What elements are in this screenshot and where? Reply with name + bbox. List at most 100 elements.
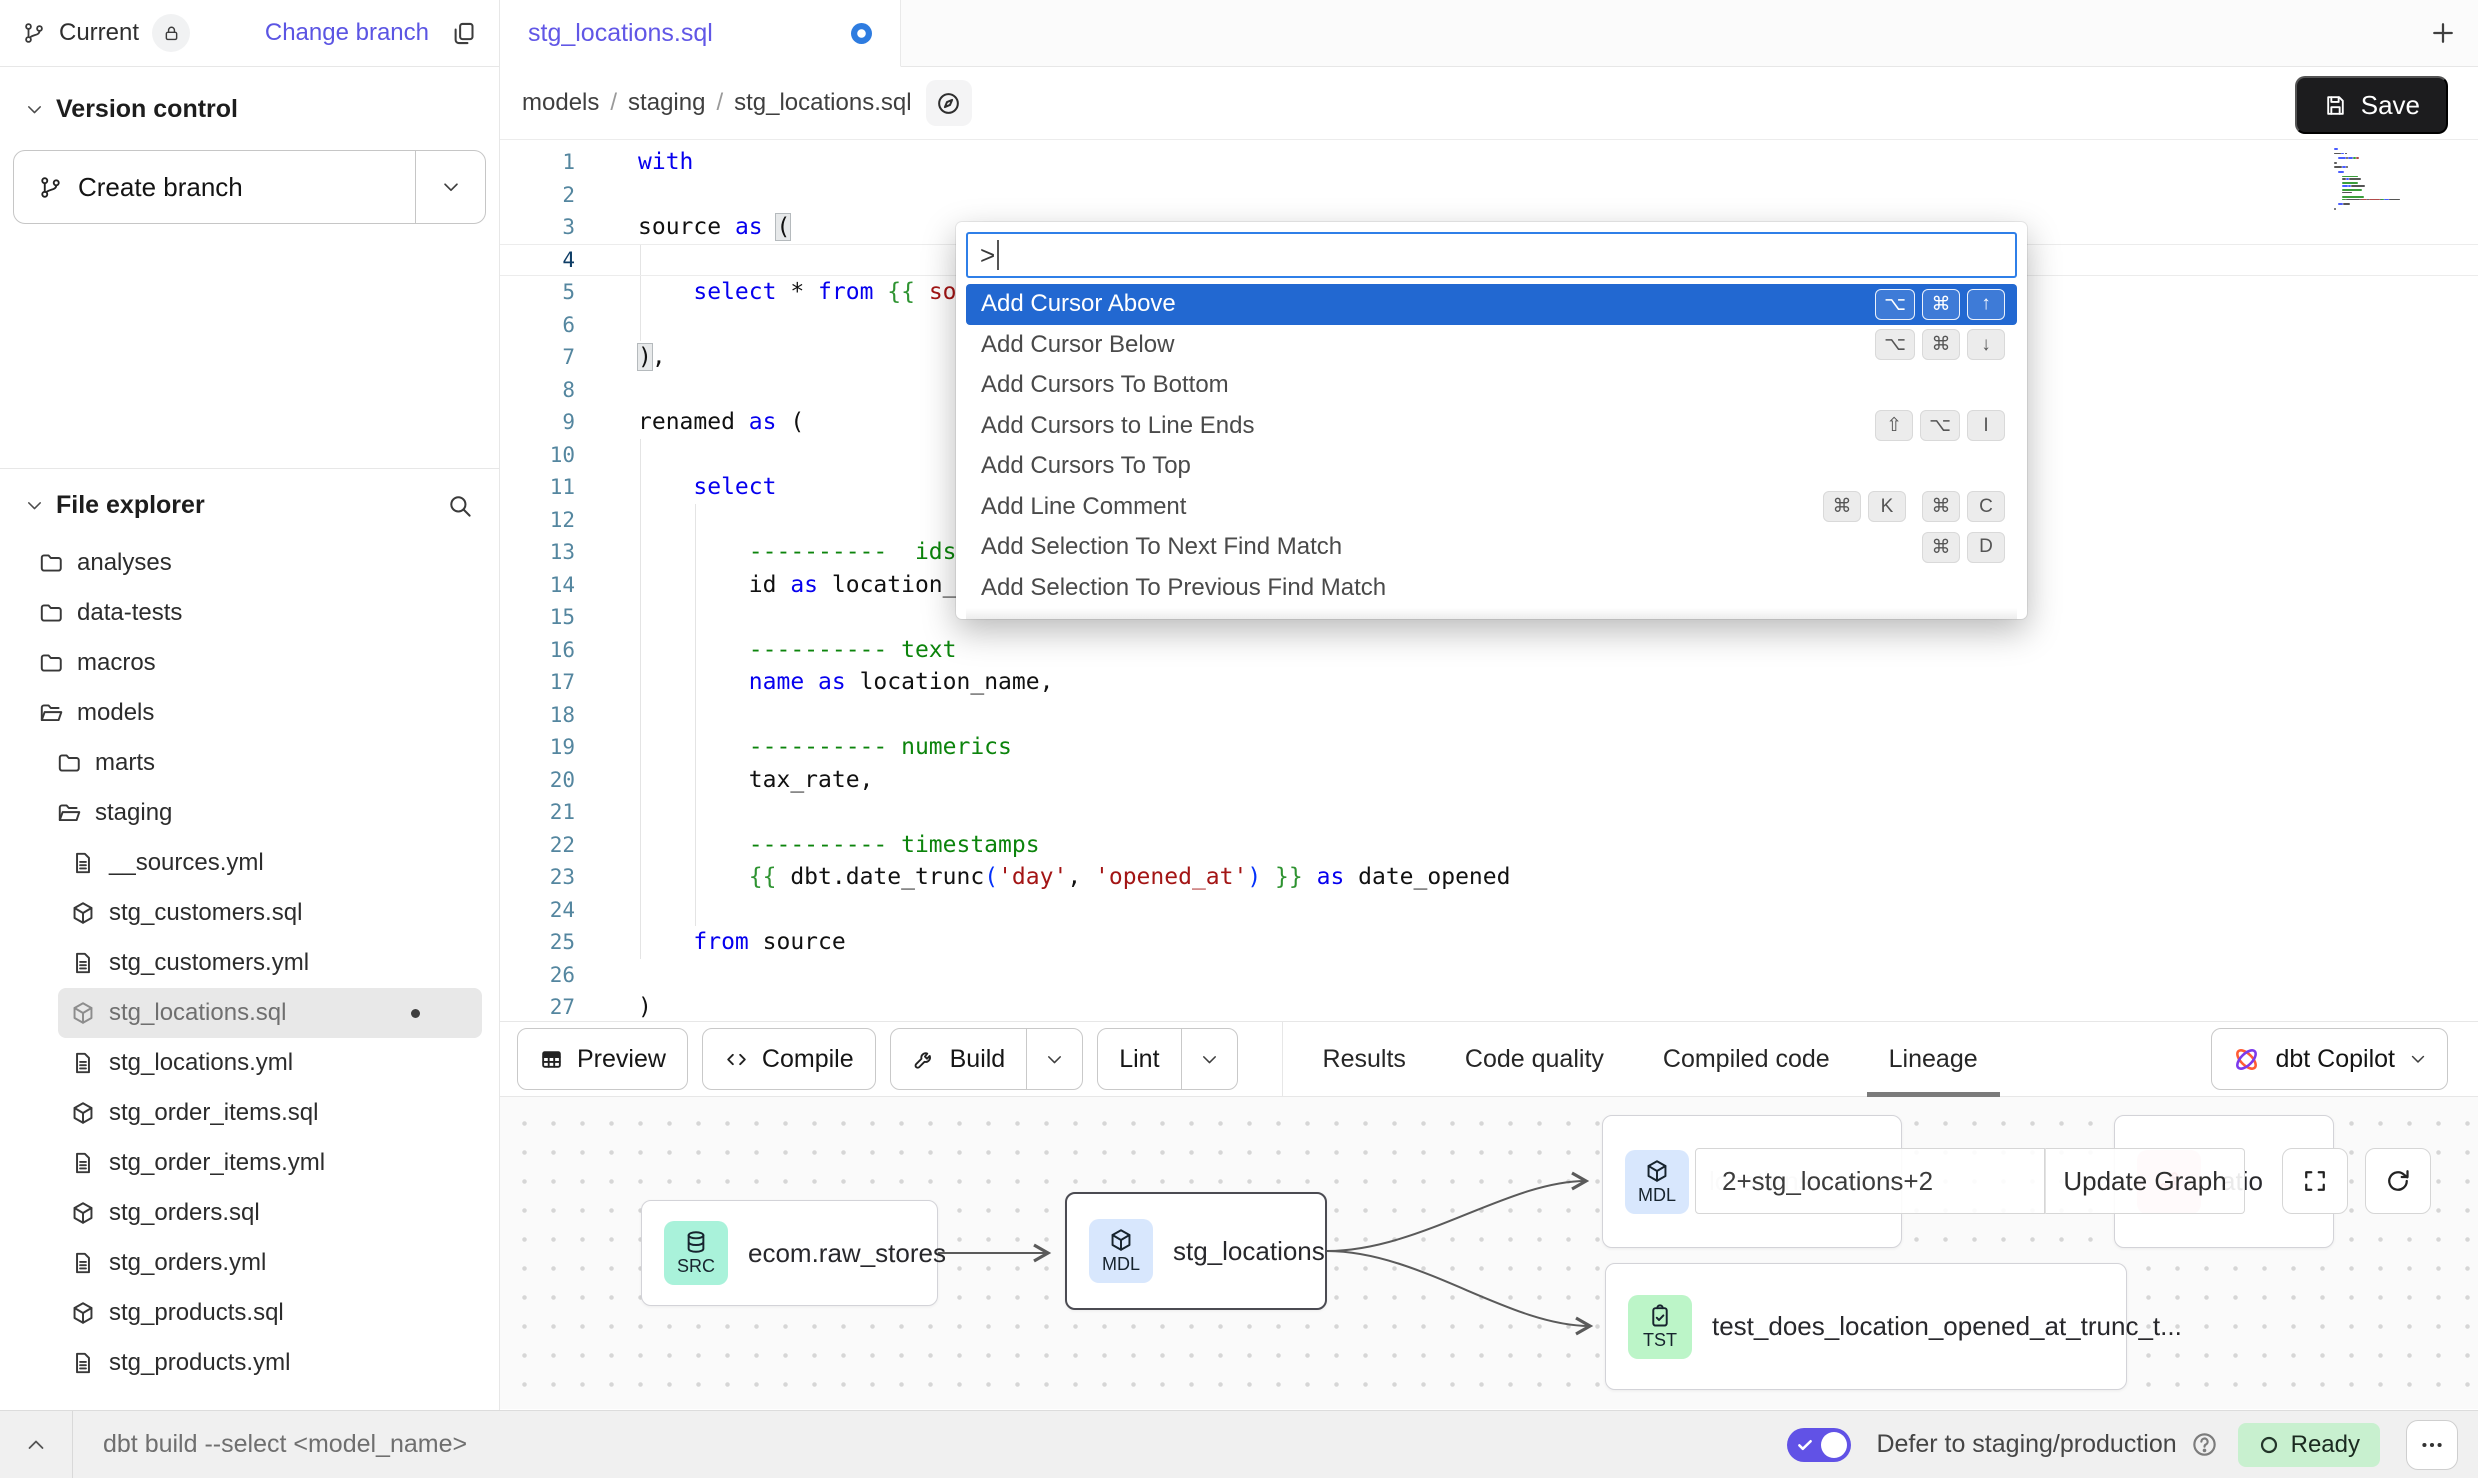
code-line-24[interactable]: 24 bbox=[500, 894, 2478, 927]
code-line-26[interactable]: 26 bbox=[500, 959, 2478, 992]
breadcrumb-part[interactable]: staging bbox=[628, 89, 705, 117]
breadcrumb-part[interactable]: models bbox=[522, 89, 599, 117]
file-tree-item-stg-order-items-sql[interactable]: stg_order_items.sql bbox=[0, 1088, 499, 1138]
save-icon bbox=[2323, 93, 2348, 118]
expand-command-bar-button[interactable] bbox=[0, 1411, 73, 1478]
command-item-add-cursors-to-top[interactable]: Add Cursors To Top bbox=[966, 446, 2017, 487]
code-line-22[interactable]: 22 ---------- timestamps bbox=[500, 829, 2478, 862]
button-label: Compile bbox=[762, 1045, 854, 1074]
file-tree-item-stg-customers-yml[interactable]: stg_customers.yml bbox=[0, 938, 499, 988]
file-tree-item-stg-orders-yml[interactable]: stg_orders.yml bbox=[0, 1238, 499, 1288]
command-item-add-cursors-to-bottom[interactable]: Add Cursors To Bottom bbox=[966, 365, 2017, 406]
file-tree-item-macros[interactable]: macros bbox=[0, 638, 499, 688]
tab-lineage[interactable]: Lineage bbox=[1889, 1022, 1978, 1096]
file-tree-item-stg-order-items-yml[interactable]: stg_order_items.yml bbox=[0, 1138, 499, 1188]
code-line-20[interactable]: 20 tax_rate, bbox=[500, 764, 2478, 797]
code-line-19[interactable]: 19 ---------- numerics bbox=[500, 731, 2478, 764]
update-graph-label: Update Graph bbox=[2063, 1166, 2226, 1197]
file-tree-item--sources-yml[interactable]: __sources.yml bbox=[0, 838, 499, 888]
command-input[interactable]: dbt build --select <model_name> bbox=[103, 1430, 467, 1459]
command-item-add-selection-to-previous-find-match[interactable]: Add Selection To Previous Find Match bbox=[966, 568, 2017, 609]
file-tree-item-stg-products-yml[interactable]: stg_products.yml bbox=[0, 1338, 499, 1388]
cube-icon bbox=[70, 1200, 96, 1226]
file-tree-item-analyses[interactable]: analyses bbox=[0, 538, 499, 588]
code-editor[interactable]: 1with23source as (45 select * from {{ so… bbox=[500, 140, 2478, 1021]
line-text: {{ dbt.date_trunc('day', 'opened_at') }}… bbox=[575, 864, 1510, 890]
breadcrumb-part[interactable]: stg_locations.sql bbox=[734, 89, 911, 117]
code-line-1[interactable]: 1with bbox=[500, 146, 2478, 179]
line-number: 11 bbox=[500, 475, 575, 499]
help-icon[interactable] bbox=[2190, 1430, 2219, 1459]
line-number: 7 bbox=[500, 345, 575, 369]
editor-minimap[interactable] bbox=[2334, 148, 2422, 210]
command-palette-input[interactable]: > bbox=[966, 232, 2017, 278]
command-item-add-line-comment[interactable]: Add Line Comment⌘K⌘C bbox=[966, 487, 2017, 528]
ide-status-button[interactable]: Ready bbox=[2238, 1423, 2380, 1467]
file-tree-item-stg-locations-sql[interactable]: stg_locations.sql bbox=[58, 988, 482, 1038]
save-button[interactable]: Save bbox=[2295, 76, 2448, 134]
create-branch-dropdown[interactable] bbox=[415, 151, 485, 223]
file-label: stg_locations.yml bbox=[109, 1049, 293, 1077]
command-item-add-cursors-to-line-ends[interactable]: Add Cursors to Line Ends⇧⌥I bbox=[966, 406, 2017, 447]
build-dropdown[interactable] bbox=[1026, 1029, 1082, 1089]
command-item-add-cursor-below[interactable]: Add Cursor Below⌥⌘↓ bbox=[966, 325, 2017, 366]
file-tree-item-stg-locations-yml[interactable]: stg_locations.yml bbox=[0, 1038, 499, 1088]
lineage-node-tst[interactable]: TSTtest_does_location_opened_at_trunc_t.… bbox=[1605, 1263, 2127, 1390]
code-line-25[interactable]: 25 from source bbox=[500, 926, 2478, 959]
folder-icon bbox=[38, 550, 64, 576]
lint-dropdown[interactable] bbox=[1181, 1029, 1237, 1089]
tab-code-quality[interactable]: Code quality bbox=[1465, 1022, 1604, 1096]
lineage-node-src[interactable]: SRCecom.raw_stores bbox=[641, 1200, 938, 1306]
tab-compiled-code[interactable]: Compiled code bbox=[1663, 1022, 1830, 1096]
code-line-16[interactable]: 16 ---------- text bbox=[500, 634, 2478, 667]
code-line-18[interactable]: 18 bbox=[500, 699, 2478, 732]
file-tree-item-models[interactable]: models bbox=[0, 688, 499, 738]
indent-guide bbox=[695, 894, 696, 927]
fullscreen-button[interactable] bbox=[2282, 1148, 2348, 1214]
update-graph-button[interactable]: Update Graph bbox=[2045, 1148, 2245, 1214]
file-tree-item-marts[interactable]: marts bbox=[0, 738, 499, 788]
lint-button[interactable]: Lint bbox=[1097, 1028, 1237, 1090]
dbt-copilot-button[interactable]: dbt Copilot bbox=[2211, 1028, 2448, 1090]
file-tree-item-stg-products-sql[interactable]: stg_products.sql bbox=[0, 1288, 499, 1338]
code-line-21[interactable]: 21 bbox=[500, 796, 2478, 829]
refresh-graph-button[interactable] bbox=[2365, 1148, 2431, 1214]
search-icon[interactable] bbox=[446, 492, 473, 519]
copy-icon[interactable] bbox=[450, 20, 477, 47]
change-branch-link[interactable]: Change branch bbox=[265, 19, 429, 47]
code-line-17[interactable]: 17 name as location_name, bbox=[500, 666, 2478, 699]
chevron-down-icon[interactable] bbox=[24, 495, 45, 516]
chevron-down-icon[interactable] bbox=[24, 99, 45, 120]
file-tree-item-data-tests[interactable]: data-tests bbox=[0, 588, 499, 638]
command-item-add-cursor-above[interactable]: Add Cursor Above⌥⌘↑ bbox=[966, 284, 2017, 325]
indent-guide bbox=[640, 276, 641, 309]
code-line-27[interactable]: 27) bbox=[500, 991, 2478, 1021]
create-branch-button[interactable]: Create branch bbox=[13, 150, 486, 224]
file-tree-item-stg-customers-sql[interactable]: stg_customers.sql bbox=[0, 888, 499, 938]
code-line-2[interactable]: 2 bbox=[500, 179, 2478, 212]
indent-guide bbox=[695, 796, 696, 829]
line-number: 6 bbox=[500, 313, 575, 337]
keyboard-shortcut-key: I bbox=[1967, 410, 2005, 441]
preview-button[interactable]: Preview bbox=[517, 1028, 688, 1090]
line-number: 9 bbox=[500, 410, 575, 434]
file-tree-item-stg-orders-sql[interactable]: stg_orders.sql bbox=[0, 1188, 499, 1238]
command-item-add-selection-to-next-find-match[interactable]: Add Selection To Next Find Match⌘D bbox=[966, 527, 2017, 568]
lineage-canvas[interactable]: SRCecom.raw_storesMDLstg_locationsMDLloc… bbox=[500, 1097, 2478, 1409]
line-number: 3 bbox=[500, 215, 575, 239]
explore-compass-button[interactable] bbox=[926, 80, 972, 126]
lineage-selector-input[interactable]: 2+stg_locations+2 bbox=[1695, 1148, 2045, 1214]
indent-guide bbox=[640, 731, 641, 764]
compile-button[interactable]: Compile bbox=[702, 1028, 876, 1090]
build-button[interactable]: Build bbox=[890, 1028, 1084, 1090]
defer-toggle[interactable] bbox=[1787, 1428, 1851, 1462]
create-branch-main[interactable]: Create branch bbox=[14, 151, 415, 223]
file-tree-item-staging[interactable]: staging bbox=[0, 788, 499, 838]
new-tab-button[interactable] bbox=[2408, 0, 2478, 66]
lineage-node-stg[interactable]: MDLstg_locations bbox=[1065, 1192, 1327, 1310]
more-options-button[interactable] bbox=[2406, 1420, 2458, 1470]
code-line-23[interactable]: 23 {{ dbt.date_trunc('day', 'opened_at')… bbox=[500, 861, 2478, 894]
tab-stg-locations-sql[interactable]: stg_locations.sql bbox=[500, 0, 901, 67]
line-text: renamed as ( bbox=[575, 409, 804, 435]
tab-results[interactable]: Results bbox=[1323, 1022, 1406, 1096]
